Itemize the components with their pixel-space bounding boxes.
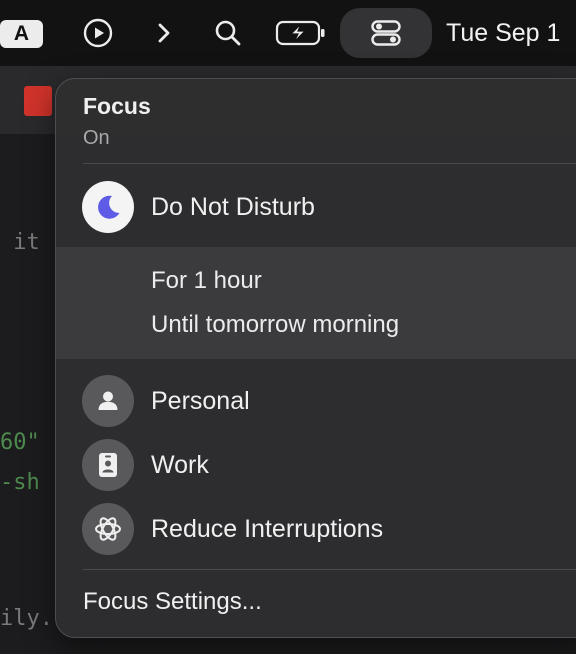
control-center-icon — [371, 20, 401, 46]
focus-panel: Focus On Do Not Disturb For 1 hour Until… — [55, 78, 576, 638]
atom-icon — [95, 517, 121, 541]
menu-bar: A Tue Sep 1 — [0, 0, 576, 66]
background-code-line: it — [0, 230, 40, 255]
option-until-tomorrow-morning[interactable]: Until tomorrow morning — [151, 311, 399, 339]
background-app-logo — [24, 86, 52, 116]
focus-mode-personal[interactable]: Personal — [56, 367, 576, 427]
option-for-1-hour[interactable]: For 1 hour — [151, 267, 262, 295]
play-circle-icon[interactable] — [80, 0, 116, 66]
work-toggle[interactable] — [82, 439, 134, 491]
do-not-disturb-toggle[interactable] — [82, 181, 134, 233]
input-source-icon[interactable]: A — [0, 20, 43, 48]
badge-icon — [99, 453, 117, 477]
input-source-label: A — [13, 22, 30, 45]
focus-mode-reduce-interruptions[interactable]: Reduce Interruptions — [56, 495, 576, 555]
background-code-line: 60" — [0, 430, 40, 455]
personal-toggle[interactable] — [82, 375, 134, 427]
focus-mode-label: Reduce Interruptions — [151, 515, 384, 543]
person-icon — [98, 391, 118, 410]
focus-settings-link[interactable]: Focus Settings... — [83, 588, 262, 616]
chevron-right-icon[interactable] — [150, 0, 178, 66]
divider — [83, 163, 576, 164]
reduce-interruptions-toggle[interactable] — [82, 503, 134, 555]
focus-mode-label: Work — [151, 451, 209, 479]
do-not-disturb-options: For 1 hour Until tomorrow morning — [56, 247, 576, 359]
menu-bar-clock[interactable]: Tue Sep 1 — [446, 0, 560, 66]
battery-charging-icon[interactable] — [274, 0, 328, 66]
background-code-line: -sh — [0, 470, 40, 495]
control-center-button[interactable] — [340, 8, 432, 58]
moon-icon — [98, 195, 120, 219]
focus-mode-label: Do Not Disturb — [151, 193, 315, 221]
background-code-line: ily. — [0, 606, 53, 631]
divider — [83, 569, 576, 570]
search-icon[interactable] — [212, 0, 244, 66]
focus-status: On — [83, 127, 110, 149]
panel-title: Focus — [83, 93, 151, 119]
focus-mode-do-not-disturb[interactable]: Do Not Disturb — [56, 173, 576, 233]
focus-mode-work[interactable]: Work — [56, 431, 576, 491]
focus-mode-label: Personal — [151, 387, 250, 415]
